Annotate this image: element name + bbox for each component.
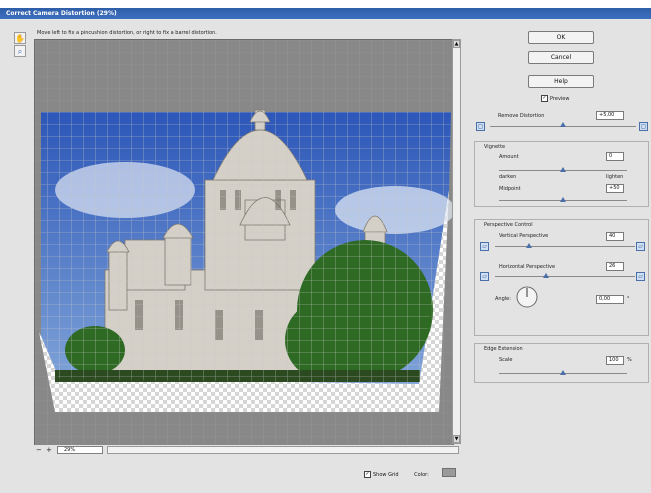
horizontal-perspective-label: Horizontal Perspective xyxy=(499,264,556,270)
amount-thumb[interactable] xyxy=(560,167,566,172)
horizontal-perspective-field[interactable]: 26 xyxy=(606,262,624,271)
preview-image xyxy=(35,40,453,445)
horizontal-perspective-thumb[interactable] xyxy=(543,273,549,278)
zoom-tool-icon[interactable]: ⌕ xyxy=(14,45,26,57)
barrel-icon: ▢ xyxy=(639,122,648,131)
cancel-button[interactable]: Cancel xyxy=(528,51,594,64)
angle-field[interactable]: 0,00 xyxy=(596,295,624,304)
edge-extension-title: Edge Extension xyxy=(484,346,523,352)
zoom-bar: − + 29% xyxy=(34,445,461,455)
vignette-title: Vignette xyxy=(484,144,506,150)
vertical-perspective-slider[interactable] xyxy=(495,246,635,247)
ok-button[interactable]: OK xyxy=(528,31,594,44)
amount-field[interactable]: 0 xyxy=(606,152,624,161)
vertical-right-icon: ▱ xyxy=(636,242,645,251)
show-grid-checkbox[interactable]: ✓ xyxy=(364,471,371,478)
horizontal-left-icon: ▱ xyxy=(480,272,489,281)
vignette-panel: Vignette Amount 0 darken lighten Midpoin… xyxy=(474,141,649,207)
amount-label: Amount xyxy=(499,154,519,160)
help-button[interactable]: Help xyxy=(528,75,594,88)
correct-camera-distortion-dialog: ✋ ⌕ Move left to fix a pincushion distor… xyxy=(0,19,651,493)
horizontal-right-icon: ▱ xyxy=(636,272,645,281)
vertical-left-icon: ▱ xyxy=(480,242,489,251)
midpoint-label: Midpoint xyxy=(499,186,521,192)
scroll-down-icon[interactable]: ▼ xyxy=(453,435,460,443)
hand-tool-icon[interactable]: ✋ xyxy=(14,32,26,44)
angle-label: Angle: xyxy=(495,296,511,302)
hint-text: Move left to fix a pincushion distortion… xyxy=(37,30,217,36)
preview-canvas[interactable] xyxy=(34,39,454,446)
zoom-in-icon[interactable]: + xyxy=(46,446,52,454)
grid-color-label: Color: xyxy=(414,472,429,478)
show-grid-label: Show Grid xyxy=(373,472,399,478)
perspective-title: Perspective Control xyxy=(484,222,533,228)
vertical-perspective-label: Vertical Perspective xyxy=(499,233,549,239)
edge-extension-panel: Edge Extension Scale 100 % xyxy=(474,343,649,383)
window-title: Correct Camera Distortion (29%) xyxy=(0,8,651,19)
scale-thumb[interactable] xyxy=(560,370,566,375)
midpoint-field[interactable]: +50 xyxy=(606,184,624,193)
zoom-out-icon[interactable]: − xyxy=(36,446,42,454)
perspective-panel: Perspective Control Vertical Perspective… xyxy=(474,219,649,336)
remove-distortion-label: Remove Distortion xyxy=(498,113,545,119)
lighten-label: lighten xyxy=(606,174,624,180)
scale-field[interactable]: 100 xyxy=(606,356,624,365)
remove-distortion-field[interactable]: +5,00 xyxy=(596,111,624,120)
vertical-scrollbar[interactable]: ▲ ▼ xyxy=(452,39,461,444)
grid-color-swatch[interactable] xyxy=(442,468,456,477)
show-grid-control[interactable]: ✓ Show Grid Color: xyxy=(364,471,429,478)
preview-toggle[interactable]: ✓ Preview xyxy=(541,95,569,102)
horizontal-perspective-slider[interactable] xyxy=(495,276,635,277)
preview-label: Preview xyxy=(550,96,570,102)
zoom-level[interactable]: 29% xyxy=(57,446,103,454)
remove-distortion-thumb[interactable] xyxy=(560,122,566,127)
vertical-perspective-field[interactable]: 40 xyxy=(606,232,624,241)
pincushion-icon: ▢ xyxy=(476,122,485,131)
tool-palette: ✋ ⌕ xyxy=(13,31,27,61)
midpoint-thumb[interactable] xyxy=(560,197,566,202)
scale-label: Scale xyxy=(499,357,513,363)
angle-dial[interactable] xyxy=(515,285,539,309)
angle-unit: ° xyxy=(627,296,630,302)
scale-unit: % xyxy=(627,357,632,363)
preview-checkbox[interactable]: ✓ xyxy=(541,95,548,102)
vertical-perspective-thumb[interactable] xyxy=(526,243,532,248)
horizontal-scrollbar[interactable] xyxy=(107,446,459,454)
darken-label: darken xyxy=(499,174,517,180)
scroll-up-icon[interactable]: ▲ xyxy=(453,40,460,48)
